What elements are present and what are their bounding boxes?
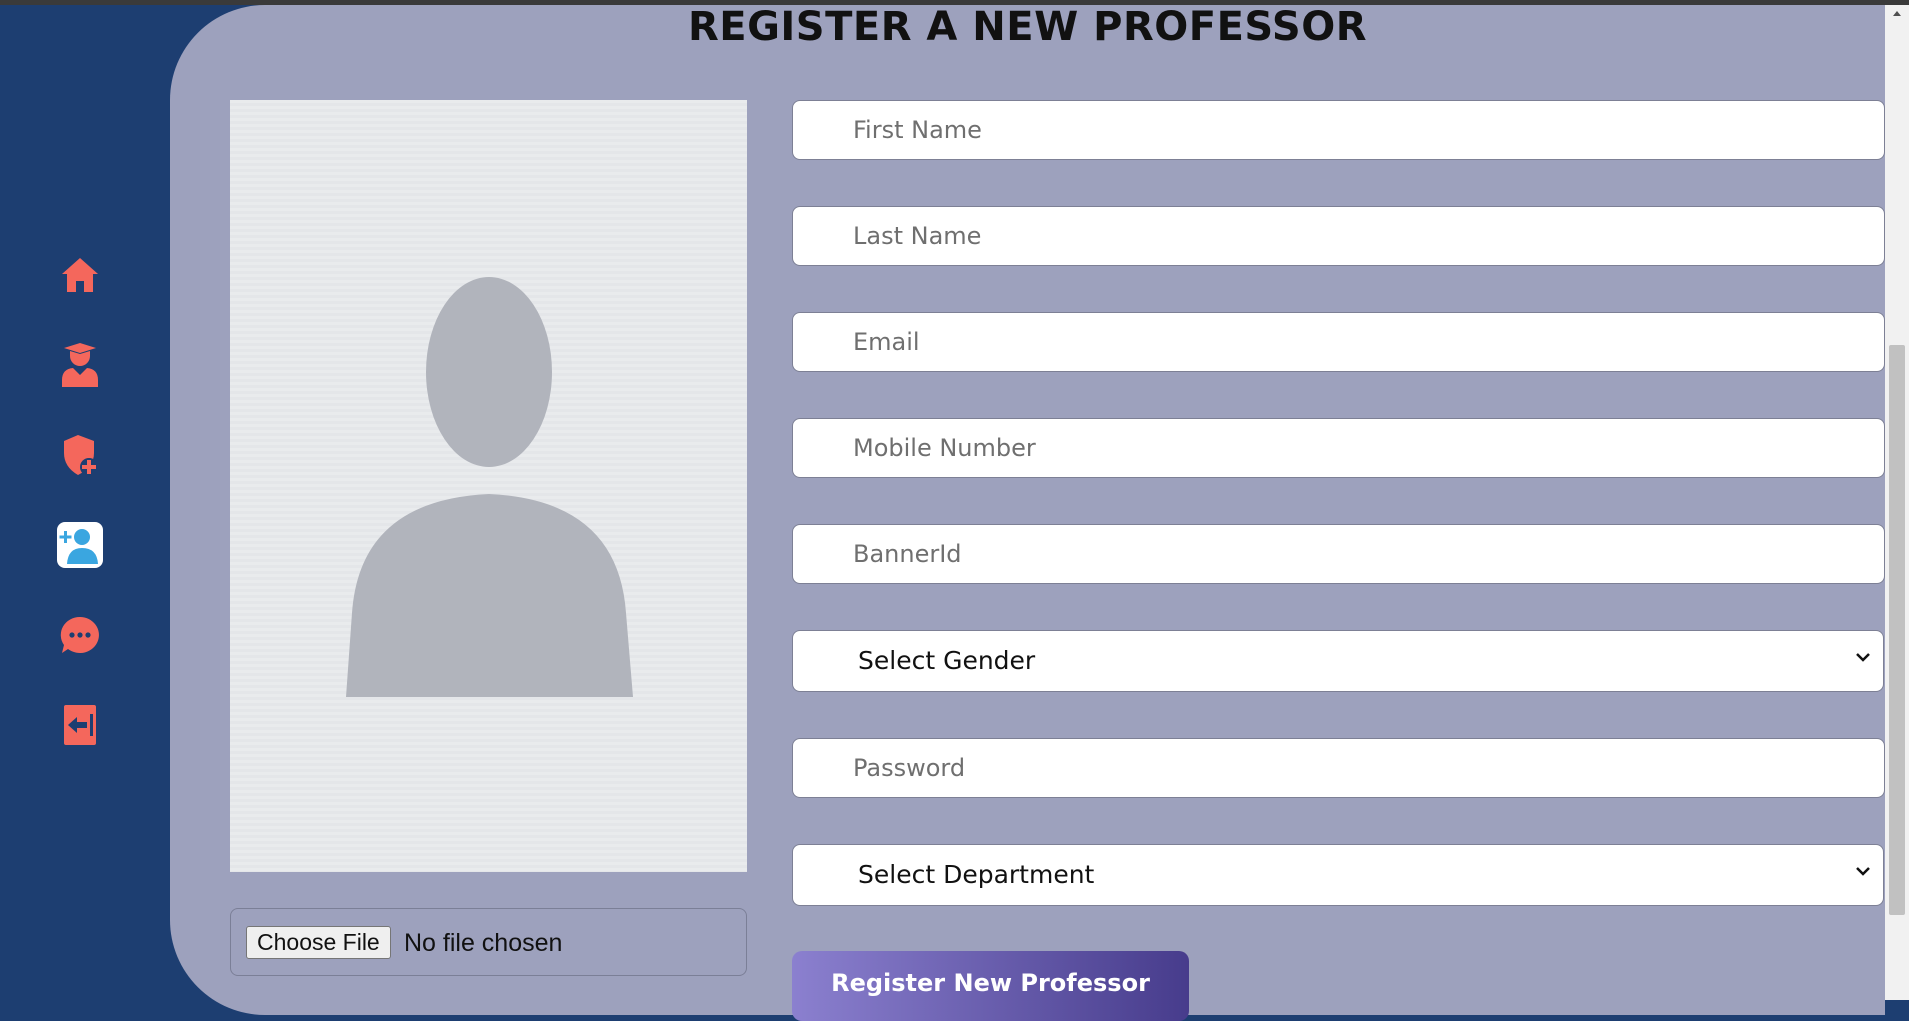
scrollbar-thumb[interactable] xyxy=(1889,345,1905,915)
email-input[interactable] xyxy=(792,312,1885,372)
home-icon xyxy=(62,258,98,292)
sidebar-item-add-department[interactable] xyxy=(55,430,105,480)
sidebar-item-add-professor[interactable] xyxy=(55,520,105,570)
chevron-down-icon xyxy=(1856,653,1870,662)
sidebar-item-messages[interactable] xyxy=(55,610,105,660)
gender-select-value: Select Gender xyxy=(858,646,1036,675)
sidebar-item-logout[interactable] xyxy=(55,700,105,750)
gender-select[interactable]: Select Gender xyxy=(792,630,1884,692)
sidebar-item-home[interactable] xyxy=(55,250,105,300)
mobile-number-input[interactable] xyxy=(792,418,1885,478)
department-select-value: Select Department xyxy=(858,860,1095,889)
page-title: REGISTER A NEW PROFESSOR xyxy=(687,4,1368,50)
user-plus-icon xyxy=(57,522,103,568)
file-status: No file chosen xyxy=(404,929,563,957)
profile-photo-placeholder xyxy=(230,100,747,872)
chevron-down-icon xyxy=(1856,867,1870,876)
scroll-up-arrow-icon[interactable] xyxy=(1892,9,1902,17)
department-select[interactable]: Select Department xyxy=(792,844,1884,906)
graduate-user-icon xyxy=(62,343,98,387)
password-input[interactable] xyxy=(792,738,1885,798)
sidebar xyxy=(0,5,170,1000)
choose-file-button[interactable]: Choose File xyxy=(246,926,391,959)
register-professor-button[interactable]: Register New Professor xyxy=(792,951,1189,1021)
first-name-input[interactable] xyxy=(792,100,1885,160)
banner-id-input[interactable] xyxy=(792,524,1885,584)
last-name-input[interactable] xyxy=(792,206,1885,266)
shield-plus-icon xyxy=(64,435,98,476)
avatar-placeholder-icon xyxy=(346,277,633,697)
sidebar-item-professors[interactable] xyxy=(55,340,105,390)
file-upload: Choose File No file chosen xyxy=(230,908,747,976)
chat-bubble-icon xyxy=(60,616,99,653)
vertical-scrollbar[interactable] xyxy=(1885,5,1909,1000)
logout-icon xyxy=(64,705,96,745)
main-panel: REGISTER A NEW PROFESSOR Choose File No … xyxy=(170,4,1885,1021)
